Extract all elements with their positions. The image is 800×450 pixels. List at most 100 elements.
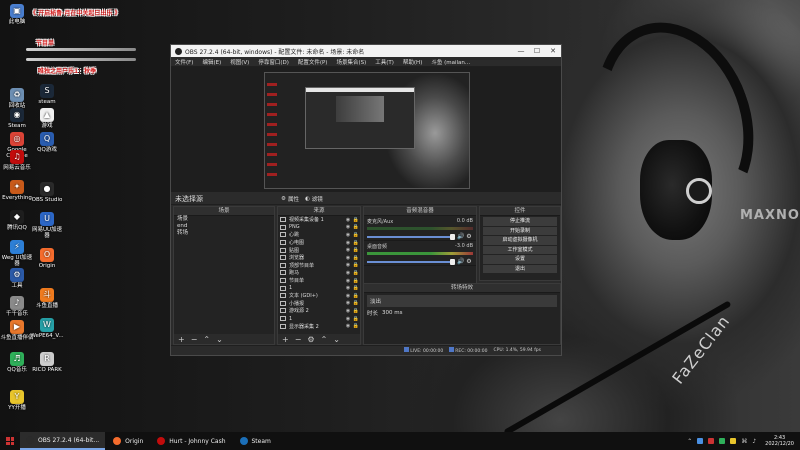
move-up-icon[interactable]: ⌃ — [321, 335, 328, 344]
eye-icon[interactable]: ◉ — [344, 293, 352, 299]
lock-icon[interactable]: 🔒 — [352, 224, 360, 230]
lock-icon[interactable]: 🔒 — [352, 278, 360, 284]
scene-item[interactable]: end — [174, 223, 274, 230]
desktop-icon[interactable]: ▶ 斗鱼直播伴侣 — [0, 320, 34, 341]
source-item[interactable]: 小播报 ◉ 🔒 — [278, 300, 360, 308]
scene-item[interactable]: 转场 — [174, 230, 274, 237]
network-icon[interactable]: ⌘ — [741, 438, 747, 445]
taskbar-item[interactable]: Hurt - Johnny Cash — [151, 432, 231, 450]
taskbar-item[interactable]: Steam — [234, 432, 277, 450]
eye-icon[interactable]: ◉ — [344, 262, 352, 268]
eye-icon[interactable]: ◉ — [344, 278, 352, 284]
add-source-button[interactable]: + — [282, 335, 289, 344]
move-up-icon[interactable]: ⌃ — [203, 335, 210, 344]
desktop-icon[interactable]: ◆ 腾讯QQ — [0, 210, 34, 231]
desktop-icon[interactable]: ⚡ Weg UI加速器 — [0, 240, 34, 267]
lock-icon[interactable]: 🔒 — [352, 308, 360, 314]
filters-button[interactable]: ◐ 滤镜 — [305, 195, 323, 203]
lock-icon[interactable]: 🔒 — [352, 255, 360, 261]
eye-icon[interactable]: ◉ — [344, 270, 352, 276]
slider-knob[interactable] — [450, 258, 455, 265]
menu-help[interactable]: 帮助(H) — [403, 58, 422, 66]
speaker-icon[interactable]: 🔊 — [457, 233, 465, 240]
desktop-icon[interactable]: Y YY开播 — [0, 390, 34, 411]
lock-icon[interactable]: 🔒 — [352, 247, 360, 253]
tray-app-icon[interactable] — [719, 438, 726, 444]
volume-slider[interactable] — [367, 258, 455, 265]
desktop-icon[interactable]: 斗斗鱼直播 — [30, 288, 64, 309]
source-item[interactable]: 节目单 ◉ 🔒 — [278, 277, 360, 285]
desktop-icon[interactable]: ▣ 此电脑 — [0, 4, 34, 25]
tray-app-icon[interactable] — [697, 438, 704, 444]
menu-view[interactable]: 视图(V) — [230, 58, 249, 66]
desktop-icon[interactable]: ⚙ 工具 — [0, 268, 34, 289]
studio-mode-button[interactable]: 工作室模式 — [483, 245, 557, 254]
properties-button[interactable]: ⚙ 属性 — [281, 195, 299, 203]
obs-titlebar[interactable]: OBS 27.2.4 (64-bit, windows) - 配置文件: 未命名… — [171, 45, 561, 57]
desktop-icon[interactable]: Ssteam — [30, 84, 64, 105]
source-settings-icon[interactable]: ⚙ — [307, 335, 314, 344]
source-item[interactable]: 浏览器 ◉ 🔒 — [278, 254, 360, 262]
desktop-icon[interactable]: R RICO PARK — [30, 352, 64, 373]
menu-scene-collection[interactable]: 场景集合(S) — [336, 58, 366, 66]
settings-button[interactable]: 设置 — [483, 255, 557, 264]
desktop-icon[interactable]: ◉ Steam — [0, 108, 34, 129]
source-item[interactable]: 跑马 ◉ 🔒 — [278, 269, 360, 277]
remove-scene-button[interactable]: − — [191, 335, 198, 344]
eye-icon[interactable]: ◉ — [344, 247, 352, 253]
gear-icon[interactable]: ⚙ — [465, 258, 473, 265]
menu-douyu[interactable]: 斗鱼 (mailan... — [431, 58, 470, 66]
virtual-camera-button[interactable]: 启动虚拟摄像机 — [483, 236, 557, 245]
gear-icon[interactable]: ⚙ — [465, 233, 473, 240]
tray-app-icon[interactable] — [730, 438, 737, 444]
eye-icon[interactable]: ◉ — [344, 232, 352, 238]
slider-knob[interactable] — [450, 233, 455, 240]
source-item[interactable]: 文本 (GDI+) ◉ 🔒 — [278, 292, 360, 300]
remove-source-button[interactable]: − — [295, 335, 302, 344]
source-item[interactable]: 顶部节目单 ◉ 🔒 — [278, 262, 360, 270]
eye-icon[interactable]: ◉ — [344, 285, 352, 291]
obs-window[interactable]: OBS 27.2.4 (64-bit, windows) - 配置文件: 未命名… — [170, 44, 562, 356]
source-item[interactable]: 心跳 ◉ 🔒 — [278, 231, 360, 239]
desktop-icon[interactable]: ♻ 回收站 — [0, 88, 34, 109]
speaker-icon[interactable]: 🔊 — [457, 258, 465, 265]
lock-icon[interactable]: 🔒 — [352, 293, 360, 299]
desktop-icon[interactable]: ✦ Everything — [0, 180, 34, 201]
start-button[interactable] — [0, 432, 20, 450]
add-scene-button[interactable]: + — [178, 335, 185, 344]
lock-icon[interactable]: 🔒 — [352, 300, 360, 306]
scene-item[interactable]: 场景 — [174, 216, 274, 223]
volume-icon[interactable]: ♪ — [752, 438, 756, 445]
start-recording-button[interactable]: 开始录制 — [483, 226, 557, 235]
close-button[interactable]: ✕ — [545, 47, 561, 55]
desktop-icon[interactable]: ♬ QQ音乐 — [0, 352, 34, 373]
preview-canvas[interactable] — [264, 72, 470, 189]
desktop-icon[interactable]: U 网易UU加速器 — [30, 212, 64, 239]
lock-icon[interactable]: 🔒 — [352, 323, 360, 329]
lock-icon[interactable]: 🔒 — [352, 232, 360, 238]
volume-slider[interactable] — [367, 233, 455, 240]
desktop-icon[interactable]: W WePE64_V... — [30, 318, 64, 339]
menu-file[interactable]: 文件(F) — [175, 58, 193, 66]
desktop-icon[interactable]: ▲ 游戏 — [30, 108, 64, 129]
lock-icon[interactable]: 🔒 — [352, 316, 360, 322]
desktop-icon[interactable]: ● OBS Studio — [30, 182, 64, 203]
tray-chevron-icon[interactable]: ⌃ — [687, 438, 692, 445]
taskbar-item[interactable]: OBS 27.2.4 (64-bit... — [20, 432, 106, 450]
menu-edit[interactable]: 编辑(E) — [202, 58, 221, 66]
menu-tools[interactable]: 工具(T) — [375, 58, 394, 66]
desktop-icon[interactable]: ♫ 网易云音乐 — [0, 150, 34, 171]
source-item[interactable]: 心电图 ◉ 🔒 — [278, 239, 360, 247]
source-item[interactable]: 显示器采集 2 ◉ 🔒 — [278, 322, 360, 330]
eye-icon[interactable]: ◉ — [344, 323, 352, 329]
source-item[interactable]: 贴图 ◉ 🔒 — [278, 246, 360, 254]
menu-docks[interactable]: 停靠窗口(D) — [258, 58, 289, 66]
eye-icon[interactable]: ◉ — [344, 255, 352, 261]
minimize-button[interactable]: — — [513, 47, 529, 55]
source-item[interactable]: 1 ◉ 🔒 — [278, 284, 360, 292]
eye-icon[interactable]: ◉ — [344, 240, 352, 246]
lock-icon[interactable]: 🔒 — [352, 262, 360, 268]
taskbar-item[interactable]: Origin — [107, 432, 149, 450]
eye-icon[interactable]: ◉ — [344, 300, 352, 306]
source-item[interactable]: 视频采集设备 1 ◉ 🔒 — [278, 216, 360, 224]
